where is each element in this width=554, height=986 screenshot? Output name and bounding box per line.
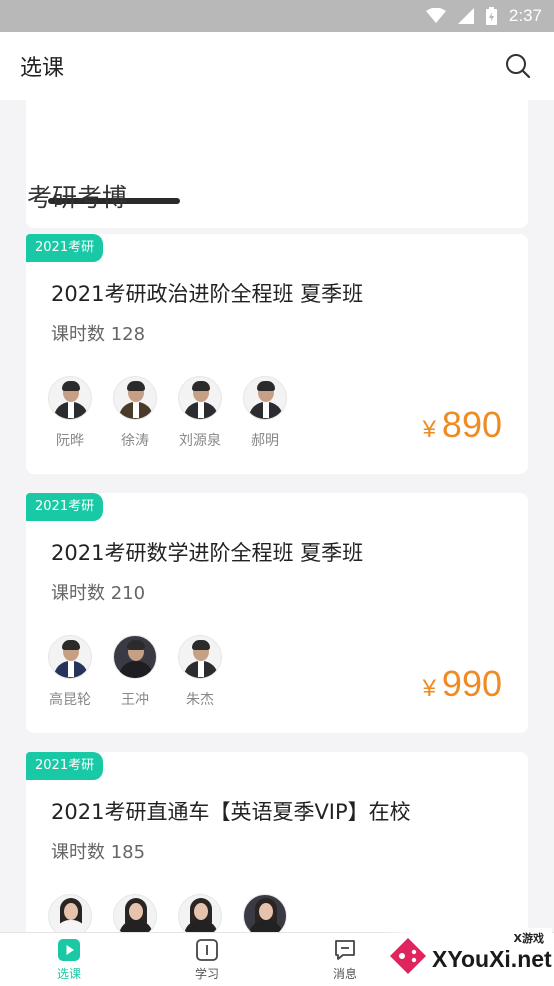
teacher-avatar — [48, 635, 92, 679]
teacher-name: 徐涛 — [121, 433, 149, 449]
price-value: 890 — [441, 404, 502, 445]
section-title: 考研考博 — [27, 183, 128, 212]
course-list[interactable]: 考研考博 2021考研 2021考研政治进阶全程班 夏季班 课时数 128 阮晔… — [0, 100, 554, 932]
teacher-list: 阮晔 徐涛 刘源泉 郝明 — [48, 376, 287, 450]
app-bar: 选课 — [0, 32, 554, 100]
play-icon — [58, 938, 80, 961]
teacher-list — [48, 894, 287, 932]
gamepad-logo-icon — [390, 938, 426, 974]
page-title: 选课 — [20, 56, 65, 81]
course-hours: 课时数 128 — [51, 324, 146, 345]
course-tag: 2021考研 — [26, 234, 104, 262]
watermark-small-text: X游戏 — [513, 932, 544, 945]
study-icon — [196, 938, 218, 961]
teacher[interactable]: 王冲 — [113, 635, 157, 709]
teacher-avatar — [48, 376, 92, 420]
battery-icon — [485, 7, 497, 25]
teacher-avatar — [178, 376, 222, 420]
wifi-icon — [425, 8, 446, 23]
tab-select-course[interactable]: 选课 — [0, 933, 138, 986]
teacher[interactable]: 阮晔 — [48, 376, 92, 450]
teacher-avatar — [113, 376, 157, 420]
teacher-name: 王冲 — [121, 692, 149, 708]
course-card[interactable]: 2021考研 2021考研直通车【英语夏季VIP】在校 课时数 185 — [26, 752, 528, 932]
course-price: ¥990 — [423, 663, 502, 705]
teacher-avatar — [178, 894, 222, 932]
course-title: 2021考研直通车【英语夏季VIP】在校 — [51, 800, 411, 824]
teacher-name: 朱杰 — [186, 692, 214, 708]
status-bar: 2:37 — [0, 0, 554, 32]
course-hours: 课时数 210 — [51, 583, 146, 604]
teacher[interactable]: 郝明 — [243, 376, 287, 450]
teacher-avatar — [48, 894, 92, 932]
course-title: 2021考研数学进阶全程班 夏季班 — [51, 541, 364, 565]
message-icon — [335, 939, 355, 960]
teacher[interactable] — [48, 894, 92, 932]
status-time: 2:37 — [508, 6, 542, 25]
tab-label: 消息 — [332, 966, 357, 981]
watermark-text: XYouXi.net — [432, 946, 552, 972]
course-tag: 2021考研 — [26, 493, 104, 521]
search-icon — [506, 54, 531, 79]
course-price: ¥890 — [423, 404, 502, 446]
teacher-list: 高昆轮 王冲 朱杰 — [48, 635, 222, 709]
teacher-avatar — [243, 376, 287, 420]
watermark: X游戏 XYouXi.net — [382, 928, 552, 984]
teacher-name: 刘源泉 — [179, 433, 221, 449]
teacher[interactable]: 徐涛 — [113, 376, 157, 450]
course-hours: 课时数 185 — [51, 842, 146, 863]
tab-study[interactable]: 学习 — [138, 933, 276, 986]
course-tag: 2021考研 — [26, 752, 104, 780]
teacher[interactable]: 刘源泉 — [178, 376, 222, 450]
teacher-name: 高昆轮 — [49, 692, 91, 708]
search-button[interactable] — [502, 50, 534, 82]
signal-icon — [457, 8, 474, 24]
price-value: 990 — [441, 663, 502, 704]
teacher-name: 阮晔 — [56, 433, 84, 449]
teacher[interactable] — [178, 894, 222, 932]
course-card[interactable]: 2021考研 2021考研数学进阶全程班 夏季班 课时数 210 高昆轮 王冲 … — [26, 493, 528, 733]
teacher[interactable] — [113, 894, 157, 932]
tab-label: 学习 — [194, 966, 219, 981]
teacher-avatar — [113, 635, 157, 679]
course-card[interactable]: 2021考研 2021考研政治进阶全程班 夏季班 课时数 128 阮晔 徐涛 刘… — [26, 234, 528, 474]
course-title: 2021考研政治进阶全程班 夏季班 — [51, 282, 364, 306]
teacher[interactable]: 高昆轮 — [48, 635, 92, 709]
teacher[interactable]: 朱杰 — [178, 635, 222, 709]
teacher[interactable] — [243, 894, 287, 932]
teacher-avatar — [113, 894, 157, 932]
currency-symbol: ¥ — [422, 675, 436, 702]
teacher-avatar — [178, 635, 222, 679]
tab-label: 选课 — [56, 966, 81, 981]
currency-symbol: ¥ — [422, 416, 436, 443]
teacher-name: 郝明 — [251, 433, 279, 449]
teacher-avatar — [243, 894, 287, 932]
